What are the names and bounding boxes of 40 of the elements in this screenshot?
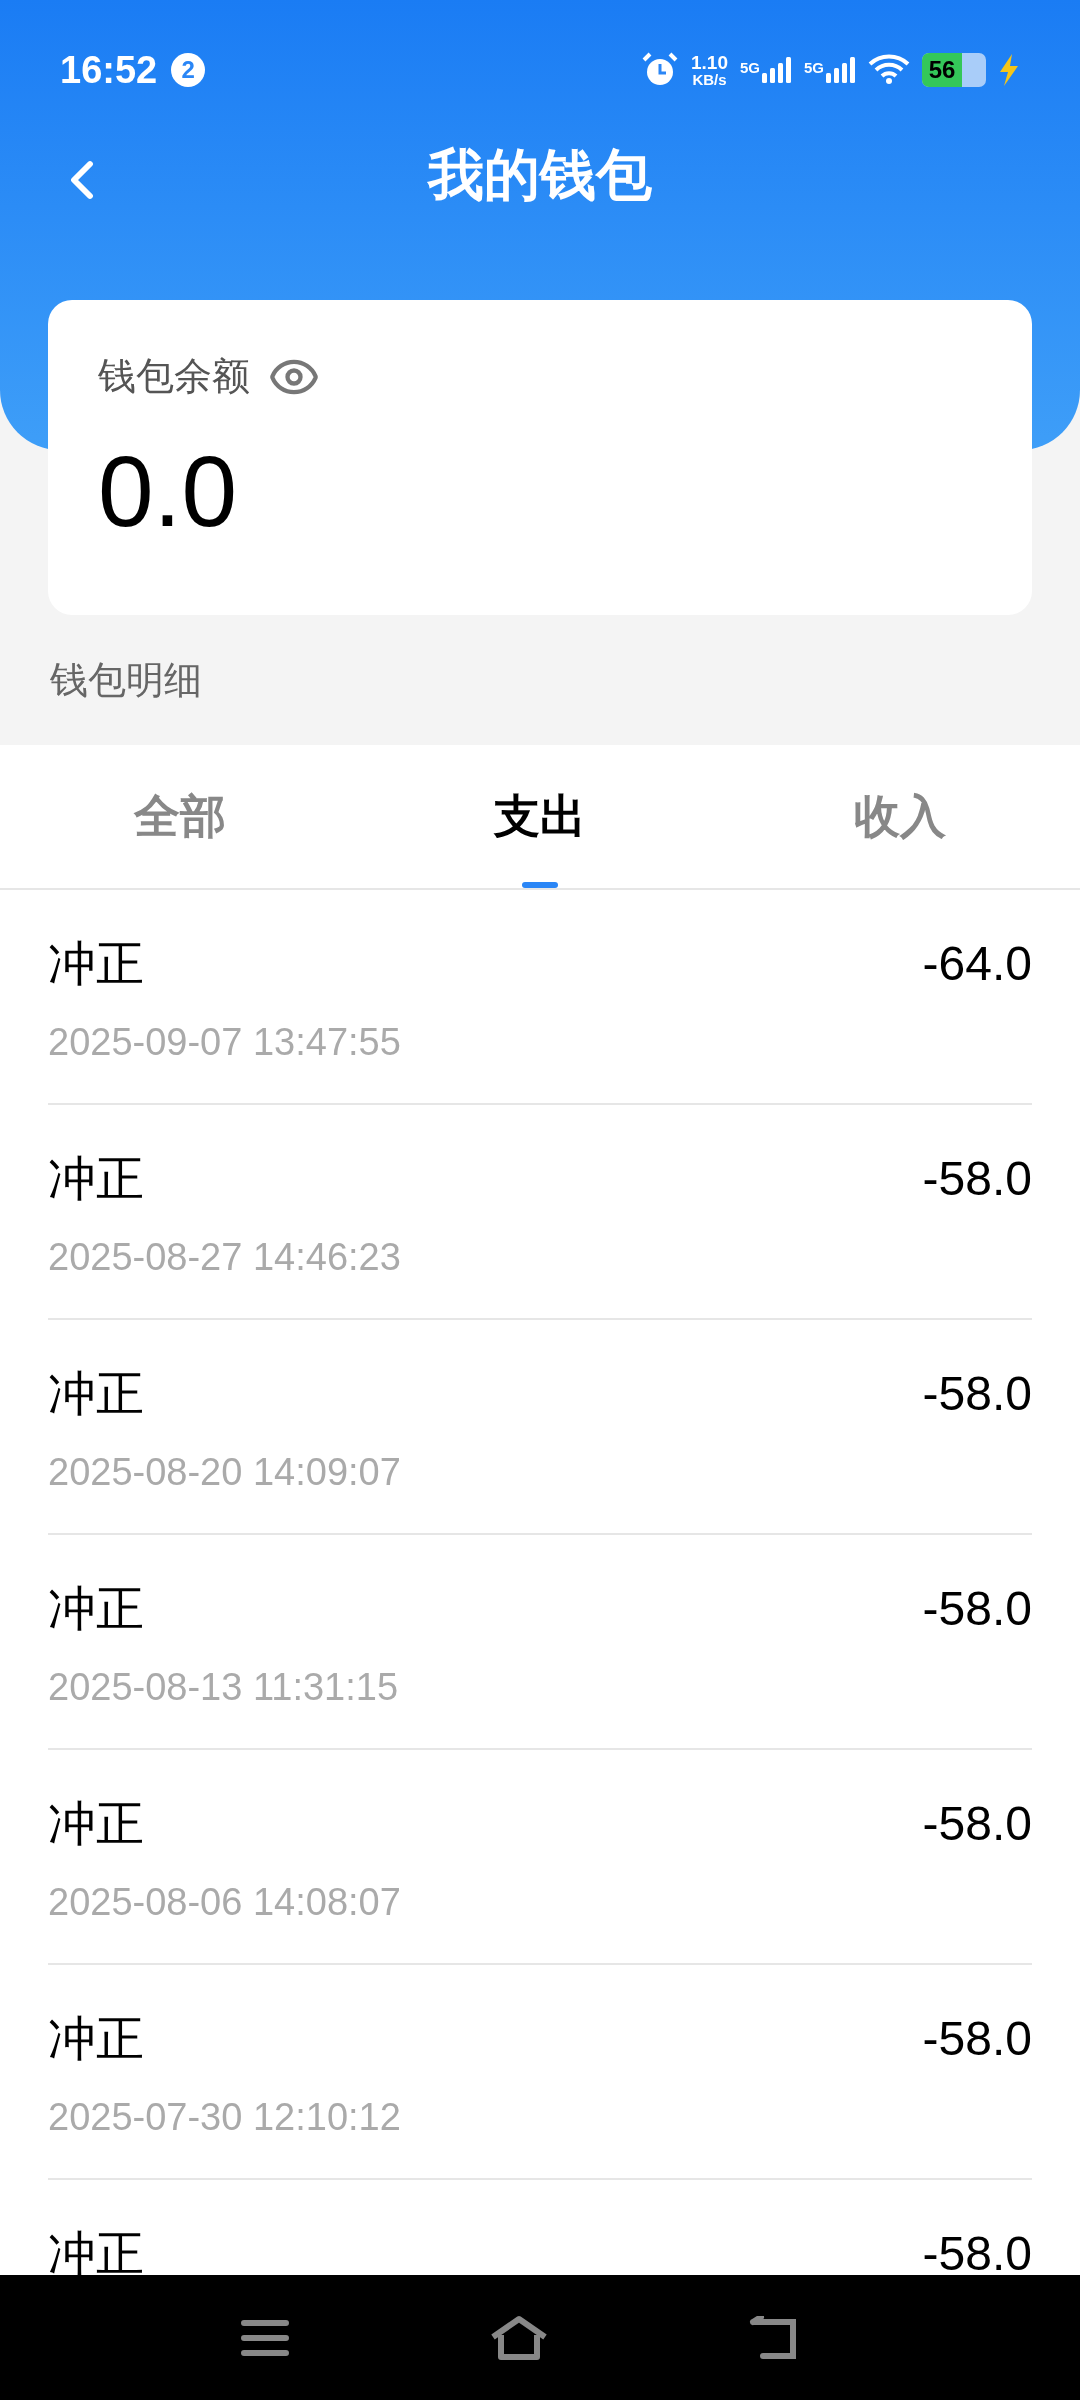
transaction-time: 2025-08-27 14:46:23 [48, 1235, 402, 1280]
transaction-title: 冲正 [48, 936, 144, 992]
transaction-time: 2025-08-13 11:31:15 [48, 1665, 400, 1710]
network-type: 5G [739, 58, 760, 78]
home-icon[interactable] [489, 2314, 549, 2361]
transaction-amount: -58.0 [922, 1796, 1032, 1852]
transaction-amount: -58.0 [922, 1366, 1032, 1422]
notification-count: 2 [171, 53, 206, 87]
transaction-time: 2025-09-07 13:47:55 [48, 1020, 402, 1065]
transaction-title: 冲正 [48, 1796, 144, 1852]
transaction-time: 2025-07-30 12:10:12 [48, 2095, 402, 2140]
transaction-title: 冲正 [48, 2011, 144, 2067]
filter-tab[interactable]: 收入 [720, 745, 1080, 888]
signal-icon [826, 57, 856, 83]
net-speed-value: 1.10 [691, 53, 728, 72]
page-title: 我的钱包 [428, 142, 652, 208]
transaction-title: 冲正 [48, 1151, 144, 1207]
balance-amount: 0.0 [98, 441, 238, 541]
transaction-amount: -58.0 [922, 2226, 1032, 2275]
transaction-time: 2025-08-20 14:09:07 [48, 1450, 402, 1495]
balance-label: 钱包余额 [98, 354, 250, 399]
transaction-title: 冲正 [48, 1366, 144, 1422]
transaction-time: 2025-08-06 14:08:07 [48, 1880, 402, 1925]
filter-tab[interactable]: 支出 [360, 745, 720, 888]
section-title: 钱包明细 [50, 657, 202, 703]
transaction-amount: -58.0 [922, 2011, 1032, 2067]
back-icon[interactable] [749, 2315, 799, 2360]
signal-icon [762, 57, 792, 83]
net-speed-unit: KB/s [692, 72, 727, 87]
wifi-icon [868, 53, 910, 87]
clock-time: 16:52 [60, 47, 158, 93]
menu-icon[interactable] [241, 2318, 289, 2357]
transaction-amount: -64.0 [922, 936, 1032, 992]
transaction-amount: -58.0 [922, 1151, 1032, 1207]
battery-indicator: 56 [922, 53, 986, 87]
network-type: 5G [804, 58, 824, 78]
filter-tab[interactable]: 全部 [0, 745, 360, 888]
charging-icon [998, 54, 1020, 86]
transaction-amount: -58.0 [922, 1581, 1032, 1637]
transaction-title: 冲正 [48, 1581, 144, 1637]
